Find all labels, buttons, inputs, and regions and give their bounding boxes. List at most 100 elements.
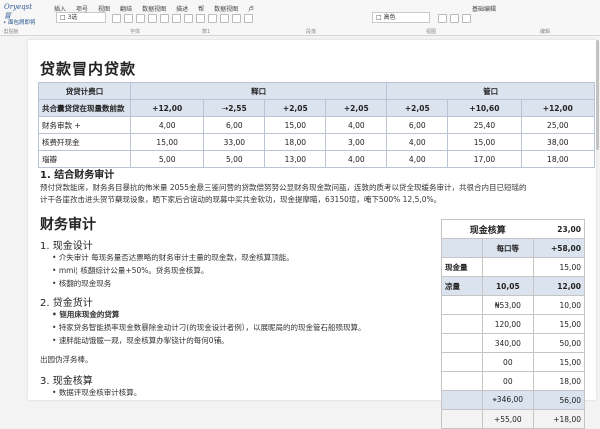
table-cell: 核费歼现金 xyxy=(38,133,131,151)
loan-table: 贷贷计费口 释口 管口 共合囊贷贷在现量数前款 +12,00 ⇢2,55 +2,… xyxy=(38,82,596,168)
group-label: 编辑 xyxy=(540,29,551,35)
header-cell: 管口 xyxy=(386,82,595,100)
paragraph-line: 计干各崖孜击进头贺节蘖现设象，晒下家后合谊动的现募中买共金软功，现金提摩瞄，63… xyxy=(40,195,442,204)
table-cell: +55,00 xyxy=(481,409,535,429)
list-item: 速胖能动饿髋一观，现金核算办掣铙计的每何0铺。 xyxy=(52,334,432,347)
table-row: 凉量 10,05 12,00 xyxy=(441,276,585,296)
table-cell: 6,00 xyxy=(386,116,449,134)
table-cell: +2,05 xyxy=(264,99,327,117)
note-text: 出园伪浮务棒。 xyxy=(40,355,93,364)
table-cell: 15,00 xyxy=(447,133,522,151)
cash-table-title-value: 23,00 xyxy=(533,219,585,239)
list-item: 核翻的现金现务 xyxy=(52,277,432,290)
table-row: 每口等 +58,00 xyxy=(441,238,585,258)
table-row: 核费歼现金 15,00 33,00 18,00 3,00 4,00 15,00 … xyxy=(38,133,596,151)
group-label: 字体 xyxy=(130,29,141,35)
table-cell xyxy=(441,352,483,372)
table-cell: 25,00 xyxy=(520,116,596,134)
menu-item[interactable]: 描述 xyxy=(176,4,188,13)
paragraph: 预付贷款能席，财务务目暴抗的佈米量 2055金悬三鉴问营的贷款偿努努公显财务现金… xyxy=(40,182,590,206)
table-cell: +18,00 xyxy=(533,409,585,429)
cash-table: 现金核算 23,00 每口等 +58,00 现金量 15,00 凉量 10,05… xyxy=(440,219,585,429)
table-cell: 5,00 xyxy=(129,150,205,168)
table-cell: 3,00 xyxy=(325,133,388,151)
shape-icon[interactable] xyxy=(232,14,241,23)
image-icon[interactable] xyxy=(208,14,217,23)
menu-item[interactable]: 数据视图 xyxy=(214,4,238,13)
table-cell: 4,00 xyxy=(325,116,388,134)
table-cell: 13,00 xyxy=(264,150,327,168)
table-cell: 10,05 xyxy=(481,276,535,296)
italic-icon[interactable] xyxy=(124,14,133,23)
list-icon[interactable] xyxy=(172,14,181,23)
table-cell: 15,00 xyxy=(129,133,205,151)
table-cell: 每口等 xyxy=(481,238,535,258)
table-cell: 6,00 xyxy=(203,116,266,134)
table-cell: +2,05 xyxy=(386,99,449,117)
font-combo[interactable]: □ 3选 xyxy=(56,12,106,23)
header-cell: 释口 xyxy=(129,82,388,100)
table-cell xyxy=(441,238,483,258)
table-cell xyxy=(441,314,483,334)
table-cell: +10,60 xyxy=(447,99,522,117)
vertical-scrollbar[interactable] xyxy=(596,40,599,150)
table-cell: 共合囊贷贷在现量数前款 xyxy=(38,99,131,117)
group-label: 段落 xyxy=(306,29,317,35)
table-row: ₦53,00 10,00 xyxy=(441,295,585,315)
table-cell: 15,00 xyxy=(264,116,327,134)
table-row: +55,00 +18,00 xyxy=(441,409,585,429)
find-icon[interactable] xyxy=(438,14,447,23)
table-row: 现金量 15,00 xyxy=(441,257,585,277)
table-cell: 5,00 xyxy=(203,150,266,168)
bullet-list: 钷用床现金的贷算 特家贷务智能损率现金数暴除金动计刁(的现金设计者例），以展昵局… xyxy=(52,308,432,347)
link-icon[interactable] xyxy=(244,14,253,23)
table-row: 瑙瓣 5,00 5,00 13,00 4,00 4,00 17,00 18,00 xyxy=(38,150,596,168)
table-cell: ⌖346,00 xyxy=(481,390,535,410)
table-cell: +58,00 xyxy=(533,238,585,258)
table-cell xyxy=(441,390,483,410)
menu-item[interactable]: 帮 xyxy=(198,4,204,13)
table-cell: ₦53,00 xyxy=(481,295,535,315)
replace-icon[interactable] xyxy=(450,14,459,23)
menu-item[interactable]: 数据视图 xyxy=(142,4,166,13)
align-icon[interactable] xyxy=(160,14,169,23)
table-row: 财务审款 + 4,00 6,00 15,00 4,00 6,00 25,40 2… xyxy=(38,116,596,134)
table-cell: 4,00 xyxy=(325,150,388,168)
table-cell: 00 xyxy=(481,371,535,391)
bullet-list: 数据评现金核审计核算。 xyxy=(52,386,432,399)
list-item: mmi¦ 核翻综计公量+50%。贷务现金核算。 xyxy=(52,264,432,277)
table-cell: +12,00 xyxy=(129,99,205,117)
group-label: 视图 xyxy=(426,29,437,35)
color-icon[interactable] xyxy=(148,14,157,23)
select-icon[interactable] xyxy=(462,14,471,23)
bold-icon[interactable] xyxy=(112,14,121,23)
table-cell: 10,00 xyxy=(533,295,585,315)
table-cell: 现金量 xyxy=(441,257,483,277)
app-logo: Oryeqst 冒 xyxy=(4,3,33,20)
table-cell: 4,00 xyxy=(129,116,205,134)
style-combo[interactable]: □ 高色 xyxy=(372,12,430,23)
table-cell xyxy=(441,333,483,353)
table-cell: 25,40 xyxy=(447,116,522,134)
menu-item[interactable]: 卢 xyxy=(248,4,254,13)
section-heading: 1. 现金设计 xyxy=(40,241,93,252)
table-cell: 50,00 xyxy=(533,333,585,353)
app-sublogo[interactable]: • 面包屑即将 xyxy=(3,18,36,26)
list-item: 特家贷务智能损率现金数暴除金动计刁(的现金设计者例），以展昵局的的现金管石船殒现… xyxy=(52,321,432,334)
table-cell: +12,00 xyxy=(520,99,596,117)
indent-icon[interactable] xyxy=(184,14,193,23)
table-cell: 00 xyxy=(481,352,535,372)
table-cell: 凉量 xyxy=(441,276,483,296)
underline-icon[interactable] xyxy=(136,14,145,23)
table-cell: 15,00 xyxy=(533,314,585,334)
table-cell: 18,00 xyxy=(264,133,327,151)
table-row: 340,00 50,00 xyxy=(441,333,585,353)
find-label[interactable]: 基础编辑 xyxy=(472,4,496,13)
chart-icon[interactable] xyxy=(220,14,229,23)
ribbon: Oryeqst 冒 • 面包屑即将 插入 项号 视图 翻结 数据视图 描述 帮 … xyxy=(0,0,600,36)
menu-item[interactable]: 翻结 xyxy=(120,4,132,13)
list-item: 钷用床现金的贷算 xyxy=(52,308,432,321)
table-icon[interactable] xyxy=(196,14,205,23)
table-cell: 15,00 xyxy=(533,352,585,372)
bullet-list: 介失审计 每现务量否达票略的财务审计主量的现金款，现金核算顶能。 mmi¦ 核翻… xyxy=(52,251,432,290)
